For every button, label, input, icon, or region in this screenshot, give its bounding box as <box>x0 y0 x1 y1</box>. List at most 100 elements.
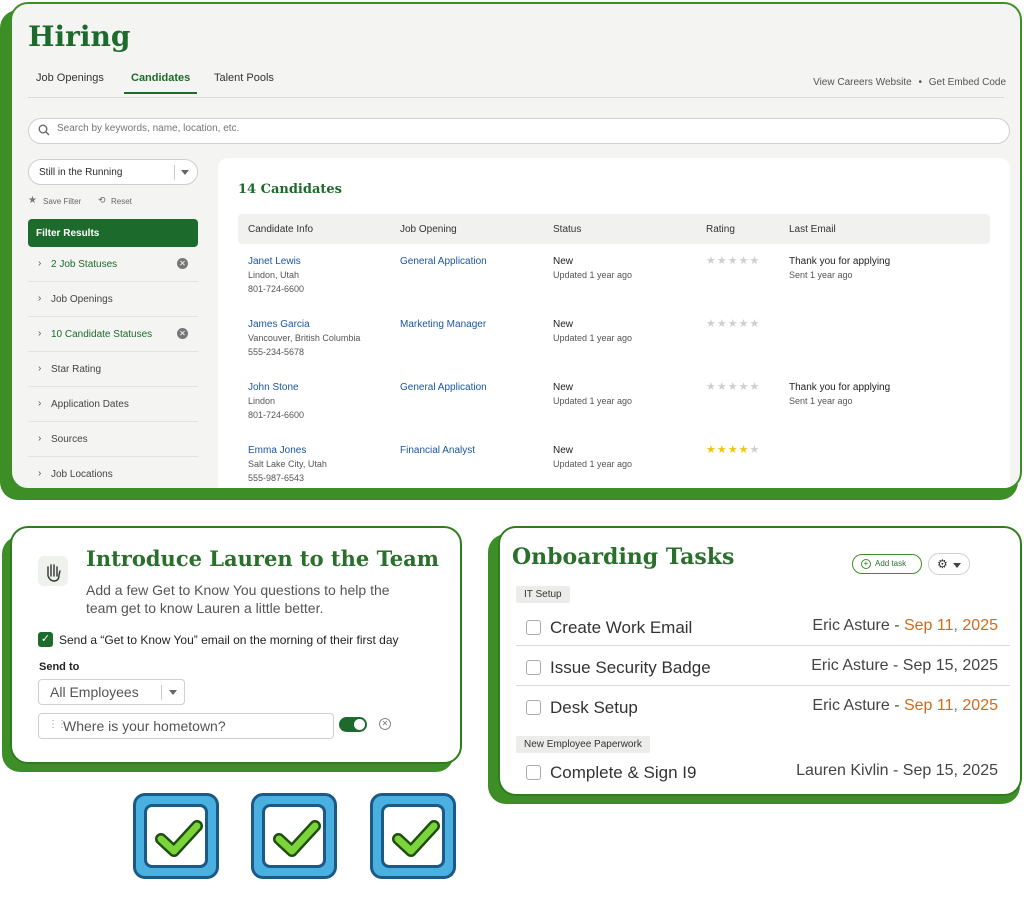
star-icon[interactable]: ★ <box>717 255 728 267</box>
star-rating[interactable]: ★★★★★ <box>706 317 760 330</box>
task-checkbox[interactable] <box>526 700 541 715</box>
star-icon[interactable]: ★ <box>706 318 717 330</box>
question-toggle[interactable] <box>339 717 367 732</box>
filter-label: Job Openings <box>51 294 113 305</box>
star-icon[interactable]: ★ <box>750 255 761 267</box>
column-header[interactable]: Last Email <box>789 224 836 235</box>
column-header[interactable]: Job Opening <box>400 224 457 235</box>
add-task-button[interactable]: + Add task <box>852 554 922 574</box>
filter-application-dates[interactable]: › Application Dates <box>28 387 198 422</box>
clear-filter-icon[interactable]: ✕ <box>177 258 188 269</box>
star-icon[interactable]: ★ <box>739 381 750 393</box>
filter-candidate-statuses[interactable]: › 10 Candidate Statuses ✕ <box>28 317 198 352</box>
status-text: New <box>553 256 574 267</box>
search-bar[interactable] <box>28 118 1010 144</box>
star-icon[interactable]: ★ <box>739 255 750 267</box>
filter-star-rating[interactable]: › Star Rating <box>28 352 198 387</box>
star-icon[interactable]: ★ <box>739 318 750 330</box>
filter-label: Application Dates <box>51 399 129 410</box>
table-row[interactable]: John Stone Lindon 801-724-6600 General A… <box>238 380 990 445</box>
question-input[interactable]: ⋮⋮ Where is your hometown? <box>38 713 334 739</box>
checkmark-icon <box>392 820 440 857</box>
checkmark-icon <box>273 820 321 857</box>
table-row[interactable]: James Garcia Vancouver, British Columbia… <box>238 317 990 382</box>
candidate-name[interactable]: John Stone <box>248 382 299 393</box>
star-rating[interactable]: ★★★★★ <box>706 380 760 393</box>
tab-talent-pools[interactable]: Talent Pools <box>214 72 274 92</box>
star-icon[interactable]: ★ <box>728 444 739 456</box>
job-opening-link[interactable]: Marketing Manager <box>400 319 486 330</box>
candidate-name[interactable]: James Garcia <box>248 319 310 330</box>
task-assignee: Eric Asture <box>812 697 890 714</box>
remove-question-icon[interactable]: ✕ <box>379 718 391 730</box>
filter-job-locations[interactable]: › Job Locations <box>28 457 198 488</box>
star-icon[interactable]: ★ <box>706 444 717 456</box>
task-checkbox[interactable] <box>526 765 541 780</box>
table-row[interactable]: Janet Lewis Lindon, Utah 801-724-6600 Ge… <box>238 254 990 319</box>
star-icon[interactable]: ★ <box>717 318 728 330</box>
star-icon[interactable]: ★ <box>728 318 739 330</box>
column-header[interactable]: Rating <box>706 224 735 235</box>
table-row[interactable]: Emma Jones Salt Lake City, Utah 555-987-… <box>238 443 990 488</box>
star-rating[interactable]: ★★★★★ <box>706 443 760 456</box>
star-icon[interactable]: ★ <box>717 444 728 456</box>
embed-code-link[interactable]: Get Embed Code <box>929 77 1006 88</box>
tab-candidates[interactable]: Candidates <box>124 72 198 94</box>
updated-text: Updated 1 year ago <box>553 396 633 406</box>
star-icon[interactable]: ★ <box>739 444 750 456</box>
filter-sources[interactable]: › Sources <box>28 422 198 457</box>
introduce-card: Introduce Lauren to the Team Add a few G… <box>10 526 462 764</box>
star-icon[interactable]: ★ <box>750 318 761 330</box>
star-icon[interactable]: ★ <box>717 381 728 393</box>
send-to-select[interactable]: All Employees <box>38 679 185 705</box>
task-checkbox[interactable] <box>526 660 541 675</box>
search-input[interactable] <box>57 123 957 134</box>
clear-filter-icon[interactable]: ✕ <box>177 328 188 339</box>
updated-text: Updated 1 year ago <box>553 459 633 469</box>
chevron-right-icon: › <box>38 293 42 304</box>
candidate-name[interactable]: Janet Lewis <box>248 256 301 267</box>
drag-handle-icon[interactable]: ⋮⋮ <box>48 719 67 730</box>
save-filter-button[interactable]: Save Filter <box>43 197 81 206</box>
job-opening-link[interactable]: Financial Analyst <box>400 445 475 456</box>
filter-job-openings[interactable]: › Job Openings <box>28 282 198 317</box>
filter-preset-select[interactable]: Still in the Running <box>28 159 198 185</box>
star-icon[interactable]: ★ <box>750 444 761 456</box>
star-icon[interactable]: ★ <box>750 381 761 393</box>
star-icon[interactable]: ★ <box>728 381 739 393</box>
job-opening-link[interactable]: General Application <box>400 382 487 393</box>
intro-title: Introduce Lauren to the Team <box>86 546 439 571</box>
task-assignee: Lauren Kivlin <box>796 762 889 779</box>
star-icon[interactable]: ★ <box>706 381 717 393</box>
send-email-label: Send a “Get to Know You” email on the mo… <box>59 633 399 647</box>
star-icon[interactable]: ★ <box>706 255 717 267</box>
candidate-name[interactable]: Emma Jones <box>248 445 306 456</box>
star-icon[interactable]: ★ <box>728 255 739 267</box>
tab-job-openings[interactable]: Job Openings <box>36 72 104 92</box>
onboarding-card: Onboarding Tasks + Add task ⚙ IT Setup C… <box>498 526 1022 796</box>
task-row[interactable]: Complete & Sign I9 Lauren Kivlin - Sep 1… <box>516 753 1010 791</box>
filter-label: 10 Candidate Statuses <box>51 329 153 340</box>
column-header[interactable]: Status <box>553 224 581 235</box>
candidate-phone: 555-234-5678 <box>248 347 305 357</box>
star-rating[interactable]: ★★★★★ <box>706 254 760 267</box>
send-email-checkbox[interactable]: ✓ <box>38 632 53 647</box>
candidate-location: Lindon, Utah <box>248 270 300 280</box>
filter-job-statuses[interactable]: › 2 Job Statuses ✕ <box>28 247 198 282</box>
task-row[interactable]: Desk Setup Eric Asture - Sep 11, 2025 <box>516 688 1010 726</box>
task-meta: Eric Asture - Sep 11, 2025 <box>812 697 998 714</box>
checkmark-icon <box>155 820 203 857</box>
column-header[interactable]: Candidate Info <box>248 224 313 235</box>
candidate-location: Lindon <box>248 396 276 406</box>
last-email-subject: Thank you for applying <box>789 382 891 393</box>
job-opening-link[interactable]: General Application <box>400 256 487 267</box>
view-careers-link[interactable]: View Careers Website <box>813 77 912 88</box>
task-checkbox[interactable] <box>526 620 541 635</box>
checkmark-tile-inner <box>144 804 208 868</box>
chevron-down-icon <box>169 690 177 695</box>
reset-button[interactable]: Reset <box>111 197 132 206</box>
settings-menu-button[interactable]: ⚙ <box>928 553 970 575</box>
chevron-right-icon: › <box>38 258 42 269</box>
task-row[interactable]: Create Work Email Eric Asture - Sep 11, … <box>516 608 1010 646</box>
task-row[interactable]: Issue Security Badge Eric Asture - Sep 1… <box>516 648 1010 686</box>
